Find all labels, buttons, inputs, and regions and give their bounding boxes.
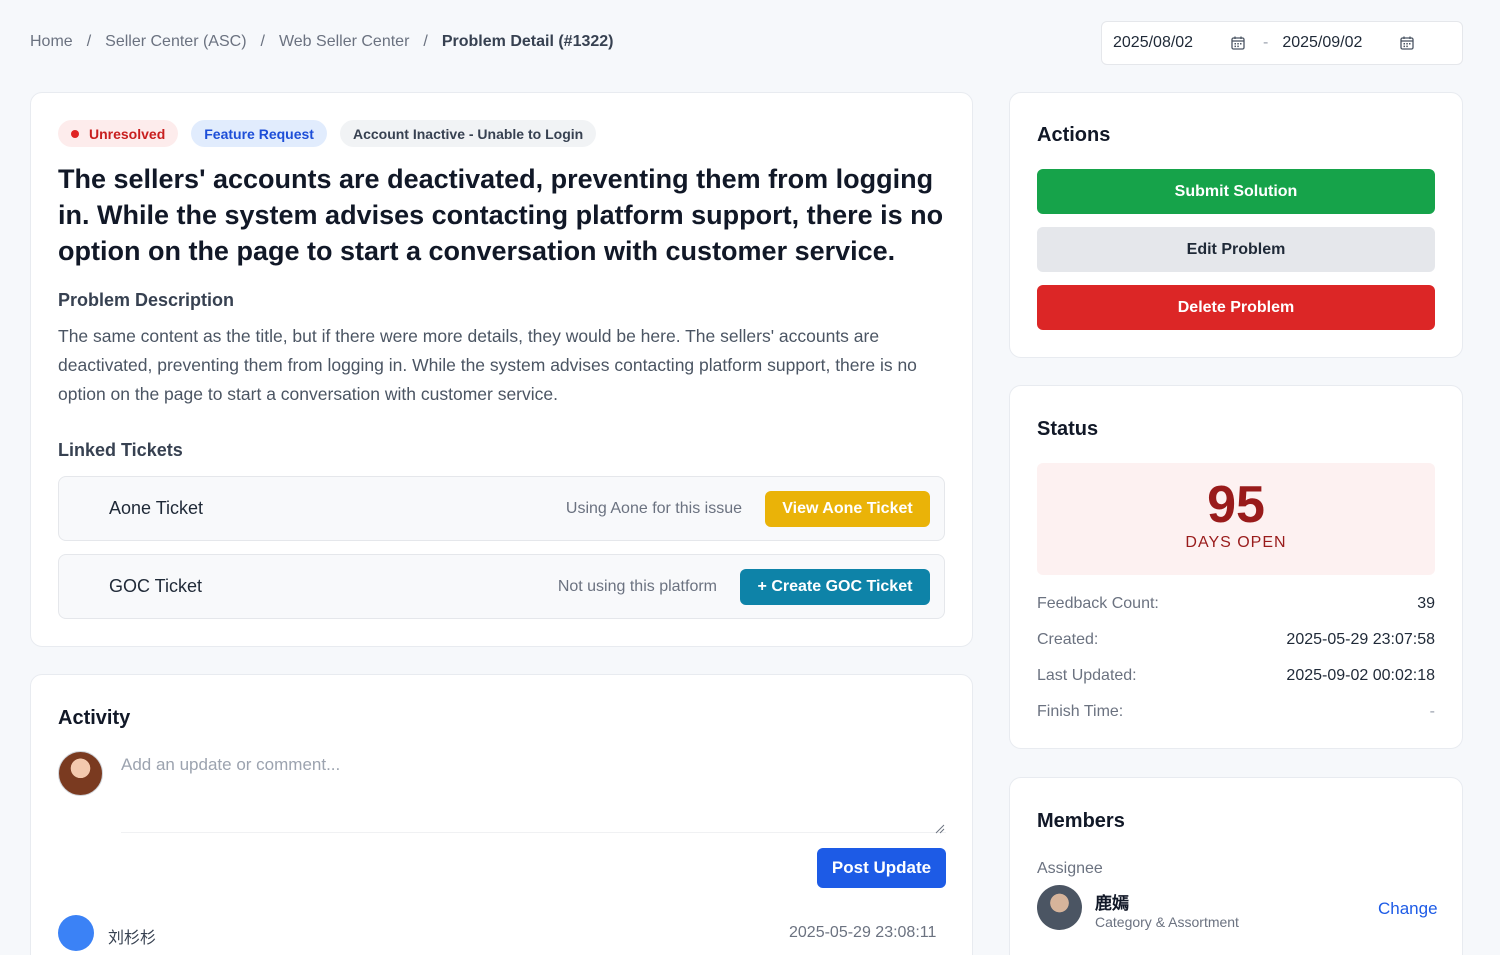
date-range-picker[interactable]: 2025/08/02 - 2025/09/02 — [1101, 21, 1463, 65]
days-open-label: DAYS OPEN — [1185, 534, 1287, 551]
calendar-icon[interactable] — [1231, 36, 1245, 50]
activity-author: 刘杉杉 — [108, 930, 157, 947]
ticket-note: Using Aone for this issue — [565, 499, 742, 517]
tag-list: Unresolved Feature Request Account Inact… — [58, 120, 597, 147]
assignee-department: Category & Assortment — [1095, 914, 1239, 930]
breadcrumb-home[interactable]: Home — [30, 33, 73, 51]
view-aone-ticket-button[interactable]: View Aone Ticket — [765, 490, 930, 527]
breadcrumb: Home / Seller Center (ASC) / Web Seller … — [30, 33, 613, 51]
change-assignee-link[interactable]: Change — [1378, 899, 1438, 919]
members-card: Members Assignee 鹿嫣 Category & Assortmen… — [1009, 777, 1463, 955]
breadcrumb-current: Problem Detail (#1322) — [441, 33, 614, 50]
problem-title: The sellers' accounts are deactivated, p… — [58, 164, 944, 266]
avatar — [58, 915, 94, 951]
comment-input[interactable]: Add an update or comment... — [121, 751, 946, 833]
end-date[interactable]: 2025/09/02 — [1282, 34, 1382, 52]
activity-heading: Activity — [58, 707, 131, 729]
stat-value: 2025-09-02 00:02:18 — [1286, 667, 1435, 684]
days-open-box: 95 DAYS OPEN — [1037, 463, 1435, 575]
status-dot-icon — [71, 129, 79, 138]
stat-finish-time: Finish Time: - — [1037, 703, 1435, 721]
breadcrumb-web-seller-center[interactable]: Web Seller Center — [279, 33, 409, 51]
breadcrumb-seller-center[interactable]: Seller Center (ASC) — [105, 33, 246, 51]
calendar-icon[interactable] — [1400, 36, 1414, 50]
status-heading: Status — [1037, 418, 1099, 440]
stat-label: Finish Time: — [1037, 703, 1124, 720]
actions-card: Actions Submit Solution Edit Problem Del… — [1009, 92, 1463, 358]
date-separator: - — [1263, 34, 1269, 51]
status-badge: Unresolved — [58, 120, 179, 147]
linked-tickets-heading: Linked Tickets — [58, 440, 183, 460]
description-heading: Problem Description — [58, 290, 235, 310]
post-update-button[interactable]: Post Update — [817, 848, 946, 888]
stat-label: Created: — [1037, 631, 1099, 648]
ticket-row-aone: Aone Ticket Using Aone for this issue Vi… — [58, 476, 945, 541]
breadcrumb-separator: / — [423, 33, 428, 50]
stat-created: Created: 2025-05-29 23:07:58 — [1037, 631, 1435, 649]
submit-solution-button[interactable]: Submit Solution — [1037, 169, 1435, 214]
breadcrumb-separator: / — [260, 33, 265, 50]
stat-feedback-count: Feedback Count: 39 — [1037, 595, 1435, 613]
stat-value: - — [1429, 703, 1435, 720]
type-badge: Feature Request — [191, 120, 327, 147]
create-goc-ticket-button[interactable]: + Create GOC Ticket — [740, 568, 930, 605]
stat-value: 39 — [1417, 595, 1435, 612]
assignee-label: Assignee — [1037, 860, 1103, 877]
days-open-count: 95 — [1207, 476, 1265, 534]
stat-label: Feedback Count: — [1037, 595, 1159, 612]
status-badge-label: Unresolved — [89, 125, 166, 142]
problem-card: Unresolved Feature Request Account Inact… — [30, 92, 973, 647]
category-badge: Account Inactive - Unable to Login — [339, 120, 597, 147]
delete-problem-button[interactable]: Delete Problem — [1037, 285, 1435, 330]
breadcrumb-separator: / — [86, 33, 92, 50]
assignee-name: 鹿嫣 — [1095, 894, 1129, 913]
problem-description: The same content as the title, but if th… — [58, 326, 917, 404]
activity-timestamp: 2025-05-29 23:08:11 — [789, 924, 937, 941]
activity-card: Activity Add an update or comment... Pos… — [30, 674, 973, 955]
actions-heading: Actions — [1037, 124, 1111, 146]
resize-handle-icon[interactable] — [935, 821, 945, 834]
avatar — [58, 751, 103, 796]
ticket-name: GOC Ticket — [109, 576, 203, 596]
members-heading: Members — [1037, 810, 1125, 832]
stat-label: Last Updated: — [1037, 667, 1137, 684]
stat-value: 2025-05-29 23:07:58 — [1286, 631, 1435, 648]
ticket-note: Not using this platform — [557, 577, 717, 595]
avatar — [1037, 885, 1082, 930]
ticket-row-goc: GOC Ticket Not using this platform + Cre… — [58, 554, 945, 619]
stat-last-updated: Last Updated: 2025-09-02 00:02:18 — [1037, 667, 1435, 685]
edit-problem-button[interactable]: Edit Problem — [1037, 227, 1435, 272]
ticket-name: Aone Ticket — [109, 498, 204, 518]
status-card: Status 95 DAYS OPEN Feedback Count: 39 C… — [1009, 385, 1463, 749]
start-date[interactable]: 2025/08/02 — [1113, 34, 1213, 52]
